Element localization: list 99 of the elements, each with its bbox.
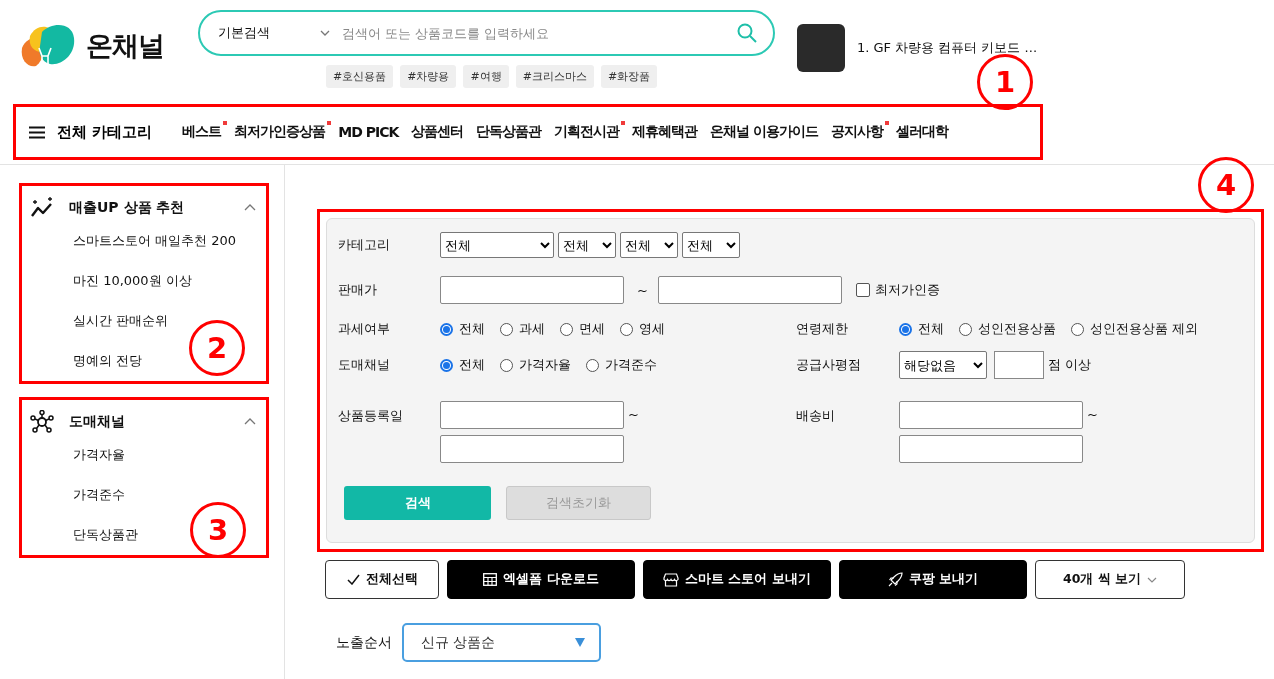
chevron-up-icon[interactable] xyxy=(244,418,256,425)
radio-button[interactable] xyxy=(440,322,453,336)
text-input[interactable] xyxy=(899,401,1083,429)
radio-label[interactable]: 전체 xyxy=(918,320,944,338)
text-input[interactable] xyxy=(657,276,842,304)
sidebar-item[interactable]: 마진 10,000원 이상 xyxy=(73,261,192,301)
nav-link[interactable]: 기획전시관 xyxy=(554,123,620,141)
field-label: 도매채널 xyxy=(338,356,391,374)
radio-button[interactable] xyxy=(620,322,633,336)
radio-button[interactable] xyxy=(1071,322,1084,336)
tilde-text: ~ xyxy=(628,407,639,422)
ranking-link[interactable]: 1. GF 차량용 컴퓨터 키보드 ... xyxy=(857,39,1037,57)
radio-button[interactable] xyxy=(500,358,513,372)
check-icon xyxy=(346,574,360,585)
nav-link[interactable]: 최저가인증상품 xyxy=(234,123,326,141)
sidebar-item[interactable]: 가격자율 xyxy=(73,435,125,475)
field-label: 공급사평점 xyxy=(796,356,862,374)
category-select[interactable]: 전체 xyxy=(682,232,740,258)
search-field[interactable]: 기본검색 검색어 또는 상품코드를 입력하세요 xyxy=(198,10,775,56)
chevron-down-icon xyxy=(1147,576,1158,583)
rating-select[interactable]: 해당없음 xyxy=(899,351,987,379)
sidebar-item[interactable]: 단독상품관 xyxy=(73,515,138,555)
text-input[interactable] xyxy=(899,435,1083,463)
all-category-button[interactable]: 전체 카테고리 xyxy=(29,122,153,142)
hashtag-link[interactable]: #크리스마스 xyxy=(515,65,594,88)
annotation-marker: 4 xyxy=(1198,157,1254,213)
chevron-down-icon xyxy=(320,30,330,36)
nav-link[interactable]: 제휴혜택관 xyxy=(632,123,698,141)
search-mode-select[interactable]: 기본검색 xyxy=(218,24,330,42)
storefront-icon xyxy=(663,572,680,587)
text-input[interactable] xyxy=(440,276,624,304)
field-label: 노출순서 xyxy=(336,633,392,652)
radio-label[interactable]: 성인전용상품 xyxy=(978,320,1056,338)
trend-chart-icon xyxy=(30,196,54,219)
radio-button[interactable] xyxy=(440,358,453,372)
caret-icon xyxy=(575,638,585,647)
chevron-up-icon[interactable] xyxy=(244,204,256,211)
nav-link[interactable]: 온채널 이용가이드 xyxy=(710,123,819,141)
hashtag-link[interactable]: #화장품 xyxy=(600,65,658,88)
radio-button[interactable] xyxy=(500,322,513,336)
nav-link[interactable]: 셀러대학 xyxy=(896,123,949,141)
sidebar-section-title[interactable]: 도매채널 xyxy=(69,412,244,431)
action-button[interactable]: 전체선택 xyxy=(325,560,439,599)
sidebar-section-title[interactable]: 매출UP 상품 추천 xyxy=(69,198,244,217)
radio-button[interactable] xyxy=(959,322,972,336)
grid-table-icon xyxy=(483,573,498,586)
action-button[interactable]: 쿠팡 보내기 xyxy=(839,560,1027,599)
sidebar-item[interactable]: 명예의 전당 xyxy=(73,341,143,381)
radio-label[interactable]: 가격자율 xyxy=(519,356,571,374)
sidebar-item[interactable]: 스마트스토어 매일추천 200 xyxy=(73,221,237,261)
radio-button[interactable] xyxy=(899,322,912,336)
field-label: 카테고리 xyxy=(338,236,391,254)
action-button[interactable]: 엑셀폼 다운로드 xyxy=(447,560,635,599)
text-input[interactable] xyxy=(440,435,624,463)
checkbox-label[interactable]: 최저가인증 xyxy=(874,281,940,299)
field-label: 연령제한 xyxy=(796,320,849,338)
tilde-text: ~ xyxy=(637,282,648,298)
field-label: 상품등록일 xyxy=(338,407,404,425)
nav-link[interactable]: 공지사항 xyxy=(831,123,884,141)
radio-button[interactable] xyxy=(560,322,573,336)
hashtag-link[interactable]: #호신용품 xyxy=(326,65,394,88)
annotation-marker: 3 xyxy=(190,502,246,558)
radio-label[interactable]: 성인전용상품 제외 xyxy=(1090,320,1198,338)
annotation-marker: 1 xyxy=(977,54,1033,110)
menu-icon xyxy=(29,125,45,139)
text-input[interactable] xyxy=(440,401,624,429)
nav-link[interactable]: 상품센터 xyxy=(411,123,464,141)
field-label: 판매가 xyxy=(338,281,378,299)
sidebar-item[interactable]: 가격준수 xyxy=(73,475,125,515)
logo-text[interactable]: 온채널 xyxy=(86,28,164,64)
text-input[interactable] xyxy=(994,351,1044,379)
nav-link[interactable]: 단독상품관 xyxy=(476,123,542,141)
radio-button[interactable] xyxy=(586,358,599,372)
sidebar-item[interactable]: 실시간 판매순위 xyxy=(73,301,169,341)
sort-select[interactable]: 신규 상품순 xyxy=(402,623,601,662)
hashtag-link[interactable]: #여행 xyxy=(463,65,509,88)
nav-link[interactable]: MD PICK xyxy=(338,124,399,140)
unit-text: 점 이상 xyxy=(1048,356,1092,374)
radio-label[interactable]: 과세 xyxy=(519,320,545,338)
checkbox[interactable] xyxy=(855,283,870,297)
field-label: 과세여부 xyxy=(338,320,391,338)
category-select[interactable]: 전체 xyxy=(620,232,678,258)
radio-label[interactable]: 전체 xyxy=(459,356,485,374)
search-icon[interactable] xyxy=(737,23,757,43)
rocket-icon xyxy=(887,572,903,587)
annotation-marker: 2 xyxy=(189,320,245,376)
nav-link[interactable]: 베스트 xyxy=(182,123,222,141)
radio-label[interactable]: 전체 xyxy=(459,320,485,338)
radio-label[interactable]: 가격준수 xyxy=(605,356,657,374)
field-label: 배송비 xyxy=(796,407,836,425)
network-icon xyxy=(30,410,54,433)
tilde-text: ~ xyxy=(1087,407,1098,422)
radio-label[interactable]: 면세 xyxy=(579,320,605,338)
category-select[interactable]: 전체 xyxy=(440,232,554,258)
page-size-dropdown[interactable]: 40개 씩 보기 xyxy=(1035,560,1185,599)
radio-label[interactable]: 영세 xyxy=(639,320,665,338)
hashtag-link[interactable]: #차량용 xyxy=(400,65,457,88)
action-button[interactable]: 스마트 스토어 보내기 xyxy=(643,560,831,599)
category-select[interactable]: 전체 xyxy=(558,232,616,258)
